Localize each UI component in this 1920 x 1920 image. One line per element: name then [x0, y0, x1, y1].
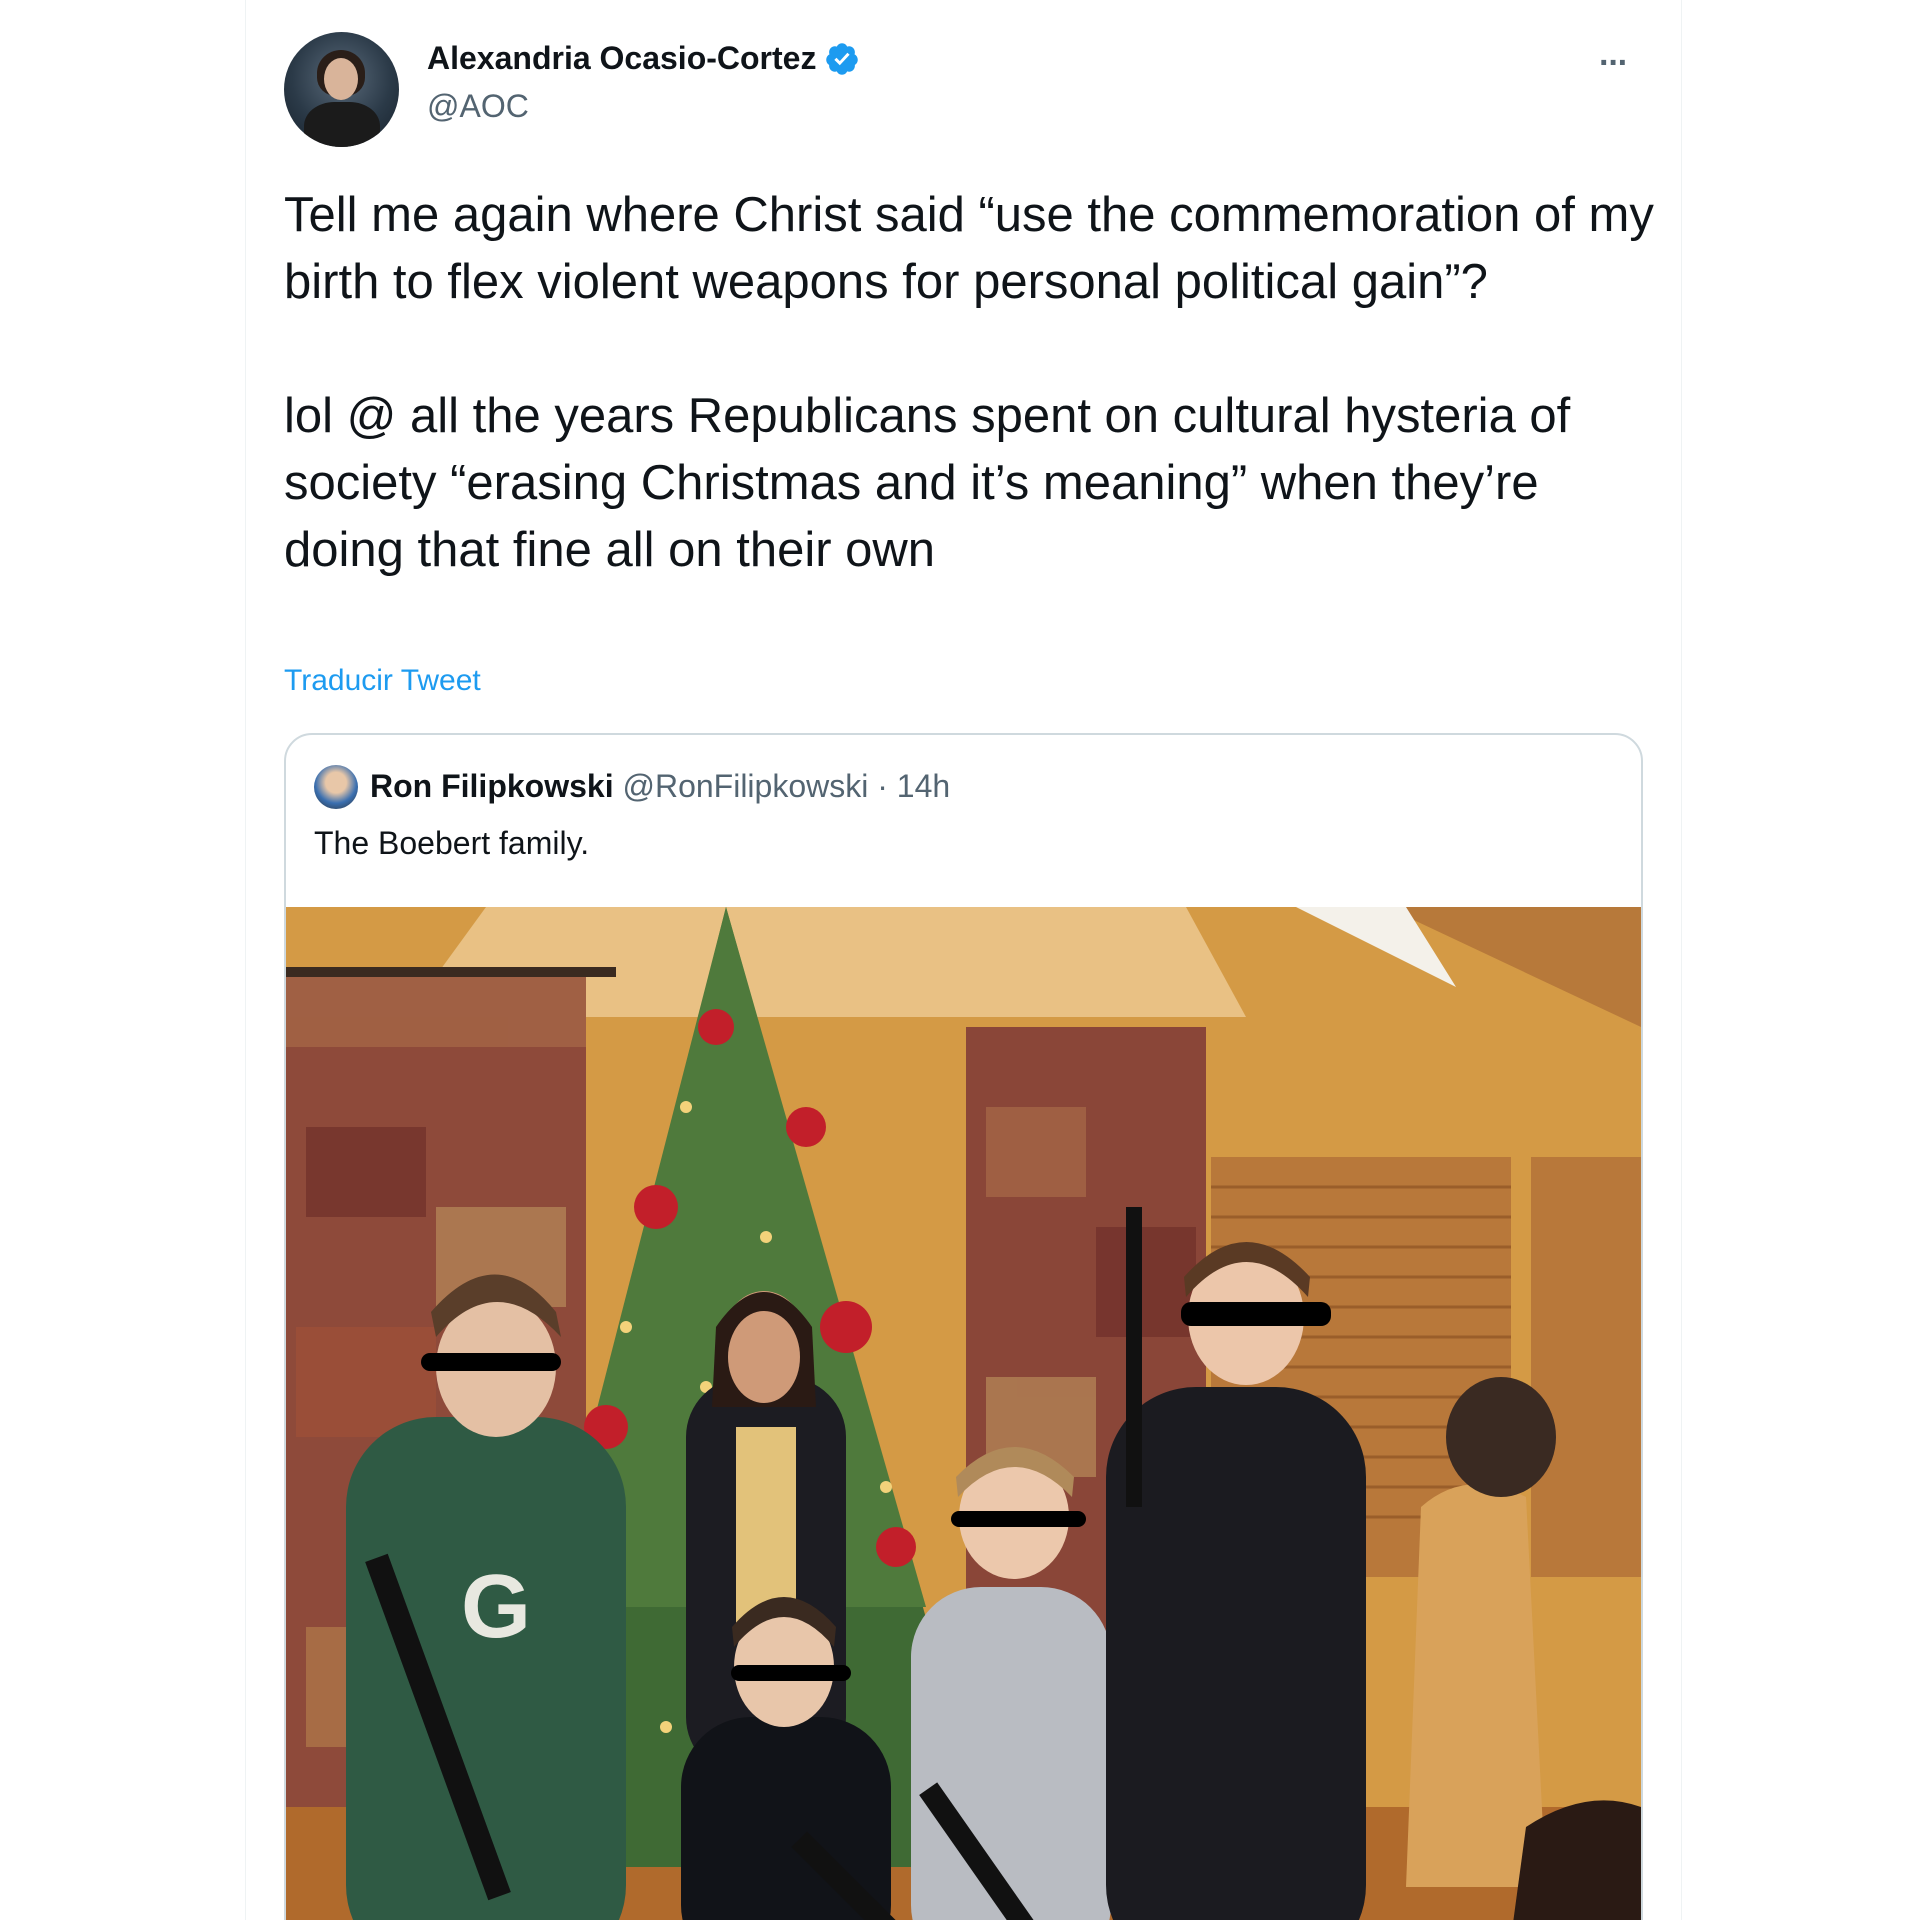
quoted-tweet-photo[interactable]: G	[286, 907, 1641, 1920]
author-name-row[interactable]: Alexandria Ocasio-Cortez	[427, 40, 860, 77]
more-options-icon[interactable]: ···	[1599, 44, 1629, 83]
quoted-tweet-text: The Boebert family.	[314, 825, 590, 861]
quoted-tweet-time[interactable]: 14h	[897, 768, 950, 804]
header-separator: ·	[877, 768, 888, 804]
author-avatar[interactable]	[284, 32, 399, 147]
quoted-author-name[interactable]: Ron Filipkowski	[370, 768, 614, 804]
verified-badge-icon	[826, 42, 859, 75]
author-name[interactable]: Alexandria Ocasio-Cortez	[427, 40, 816, 77]
family-photo-illustration: G	[286, 907, 1641, 1920]
quoted-tweet[interactable]: Ron Filipkowski @RonFilipkowski · 14h Th…	[284, 733, 1643, 1920]
quoted-tweet-header: Ron Filipkowski @RonFilipkowski · 14h	[370, 768, 950, 805]
quoted-author-avatar[interactable]	[314, 765, 358, 809]
tweet-text: Tell me again where Christ said “use the…	[284, 188, 1654, 577]
svg-text:G: G	[461, 1557, 531, 1657]
tweet-card: Alexandria Ocasio-Cortez @AOC ··· Tell m…	[245, 0, 1682, 1920]
translate-link[interactable]: Traducir Tweet	[284, 664, 481, 698]
author-handle[interactable]: @AOC	[427, 88, 529, 125]
quoted-author-handle[interactable]: @RonFilipkowski	[622, 768, 868, 804]
